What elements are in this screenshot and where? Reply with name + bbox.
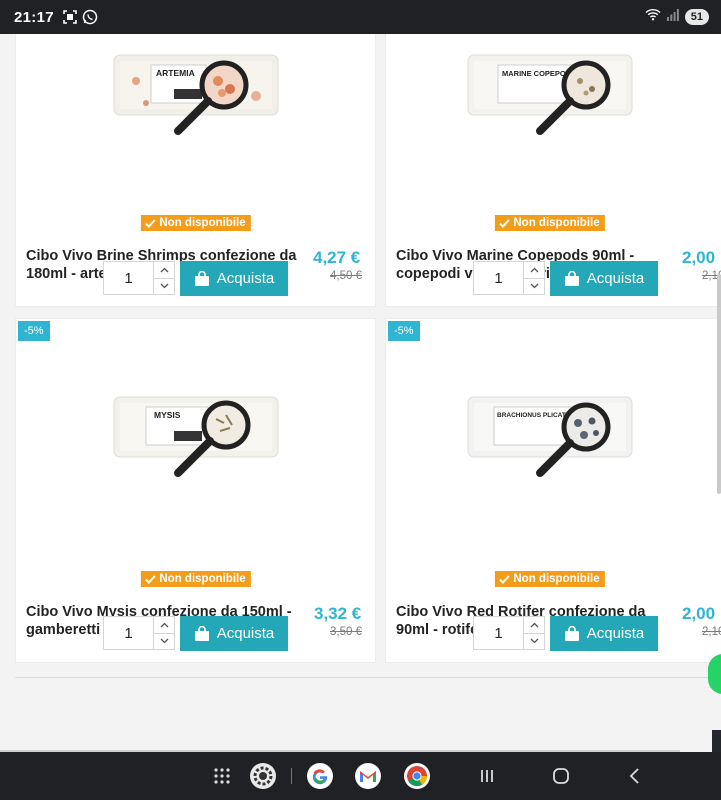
recents-icon[interactable] — [472, 761, 502, 791]
quantity-input[interactable] — [104, 262, 153, 294]
wifi-icon — [645, 8, 661, 26]
availability-text: Non disponibile — [513, 573, 600, 585]
vertical-scrollbar[interactable] — [717, 274, 721, 494]
chrome-app-icon[interactable] — [402, 761, 432, 791]
quantity-down-icon[interactable] — [524, 632, 544, 650]
quantity-up-icon[interactable] — [154, 617, 174, 633]
signal-icon — [666, 8, 679, 26]
shopping-bag-icon — [194, 626, 209, 641]
whatsapp-chat-button[interactable] — [708, 654, 721, 694]
shopping-bag-icon — [564, 271, 579, 286]
google-app-icon[interactable] — [305, 761, 335, 791]
status-time: 21:17 — [14, 8, 54, 26]
settings-app-icon[interactable] — [248, 761, 278, 791]
old-price: 3,50 € — [330, 626, 362, 638]
quantity-down-icon[interactable] — [524, 277, 544, 295]
buy-button-label: Acquista — [586, 270, 645, 287]
product-image[interactable]: MARINE COPEPOD — [460, 41, 640, 151]
section-divider — [15, 677, 721, 678]
status-bar: 21:17 51 — [0, 0, 721, 34]
buy-button[interactable]: Acquista — [550, 616, 658, 651]
package-label: MYSIS — [154, 410, 181, 420]
availability-text: Non disponibile — [159, 573, 246, 585]
shopping-bag-icon — [194, 271, 209, 286]
package-label: BRACHIONUS PLICATI — [497, 412, 568, 419]
quantity-up-icon[interactable] — [524, 617, 544, 633]
whatsapp-icon — [82, 9, 98, 25]
quantity-stepper — [103, 616, 175, 650]
buy-button[interactable]: Acquista — [180, 616, 288, 651]
buy-button[interactable]: Acquista — [180, 261, 288, 296]
discount-badge: -5% — [388, 321, 420, 341]
availability-badge: Non disponibile — [494, 215, 605, 231]
screenshot-icon — [62, 9, 78, 25]
product-card: -5% MYSIS Non disponibile Cibo Vivo Mysi… — [15, 318, 376, 663]
availability-text: Non disponibile — [513, 217, 600, 229]
discount-badge: -5% — [18, 321, 50, 341]
gmail-app-icon[interactable] — [353, 761, 383, 791]
quantity-down-icon[interactable] — [154, 277, 174, 295]
quantity-up-icon[interactable] — [154, 262, 174, 278]
home-icon[interactable] — [546, 761, 576, 791]
shopping-bag-icon — [564, 626, 579, 641]
quantity-stepper — [473, 616, 545, 650]
check-icon — [144, 218, 156, 228]
quantity-input[interactable] — [104, 617, 153, 649]
availability-badge: Non disponibile — [140, 571, 251, 587]
old-price: 2,10 — [702, 626, 721, 638]
buy-button-label: Acquista — [216, 270, 275, 287]
buy-button-label: Acquista — [586, 625, 645, 642]
quantity-input[interactable] — [474, 262, 523, 294]
product-card: -5% BRACHIONUS PLICATI Non disponibile C… — [385, 318, 721, 663]
availability-badge: Non disponibile — [140, 215, 251, 231]
availability-text: Non disponibile — [159, 217, 246, 229]
check-icon — [498, 574, 510, 584]
package-label: ARTEMIA — [156, 68, 195, 78]
product-price: 3,32 € — [314, 604, 362, 623]
side-tab[interactable] — [712, 730, 721, 752]
quantity-stepper — [473, 261, 545, 295]
product-list-page: ARTEMIA Non disponibile Cibo Vivo Brine … — [0, 34, 721, 752]
product-price: 2,00 — [682, 248, 716, 267]
buy-button-label: Acquista — [216, 625, 275, 642]
product-image[interactable]: ARTEMIA — [106, 41, 286, 151]
product-image[interactable]: BRACHIONUS PLICATI — [460, 383, 640, 493]
availability-badge: Non disponibile — [494, 571, 605, 587]
battery-icon: 51 — [684, 9, 709, 25]
navigation-bar — [0, 752, 721, 800]
back-icon[interactable] — [620, 761, 650, 791]
product-price: 2,00 — [682, 604, 716, 623]
quantity-input[interactable] — [474, 617, 523, 649]
package-label: MARINE COPEPOD — [502, 69, 572, 78]
quantity-up-icon[interactable] — [524, 262, 544, 278]
app-drawer-icon[interactable] — [207, 761, 237, 791]
buy-button[interactable]: Acquista — [550, 261, 658, 296]
check-icon — [144, 574, 156, 584]
check-icon — [498, 218, 510, 228]
nav-divider — [291, 768, 292, 784]
product-price: 4,27 € — [313, 248, 361, 267]
product-image[interactable]: MYSIS — [106, 383, 286, 493]
old-price: 4,50 € — [330, 270, 362, 282]
quantity-down-icon[interactable] — [154, 632, 174, 650]
quantity-stepper — [103, 261, 175, 295]
